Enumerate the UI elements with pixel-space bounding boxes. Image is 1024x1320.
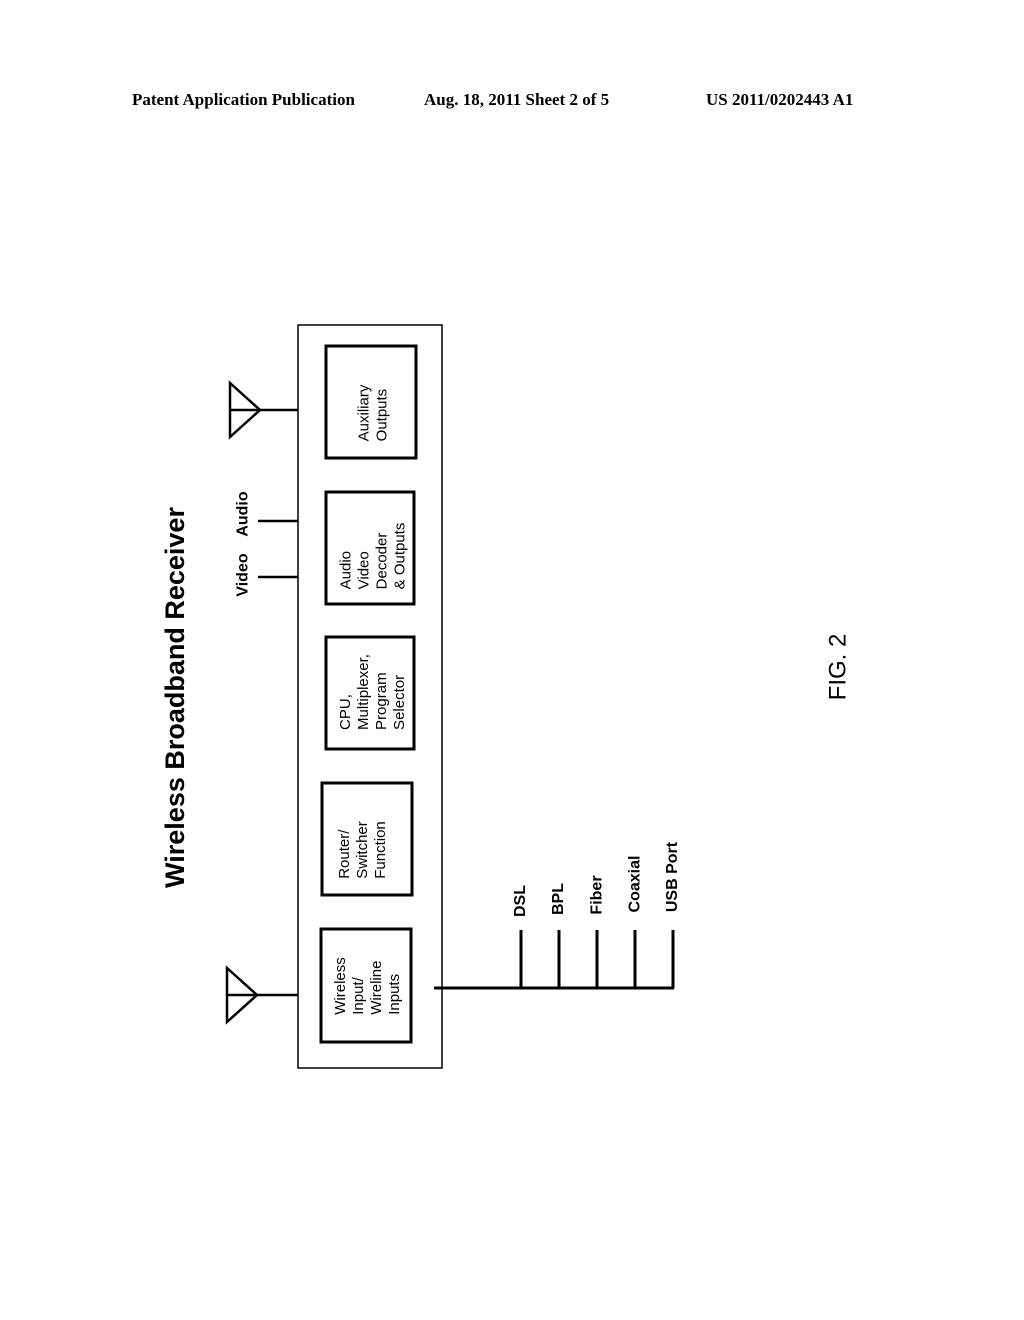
dsl-label: DSL bbox=[512, 885, 529, 917]
router-switcher-label: Router/ Switcher Function bbox=[335, 821, 389, 879]
cpu-multiplexer-label: CPU, Multiplexer, Program Selector bbox=[336, 654, 408, 730]
figure-label: FIG. 2 bbox=[823, 633, 851, 701]
figure-title: Wireless Broadband Receiver bbox=[159, 506, 190, 888]
block-diagram bbox=[225, 324, 675, 1069]
antenna-icon bbox=[228, 380, 298, 440]
fiber-label: Fiber bbox=[588, 875, 606, 915]
antenna-icon bbox=[225, 965, 298, 1025]
auxiliary-outputs-label: Auxiliary Outputs bbox=[354, 384, 390, 442]
wireless-input-label: Wireless Input/ Wireline Inputs bbox=[331, 957, 403, 1015]
usb-port-label: USB Port bbox=[664, 841, 682, 913]
audio-label: Audio bbox=[234, 491, 252, 537]
video-label: Video bbox=[234, 553, 252, 597]
bpl-label: BPL bbox=[550, 883, 567, 915]
audio-video-decoder-label: Audio Video Decoder & Outputs bbox=[336, 522, 408, 590]
coaxial-label: Coaxial bbox=[625, 855, 643, 913]
